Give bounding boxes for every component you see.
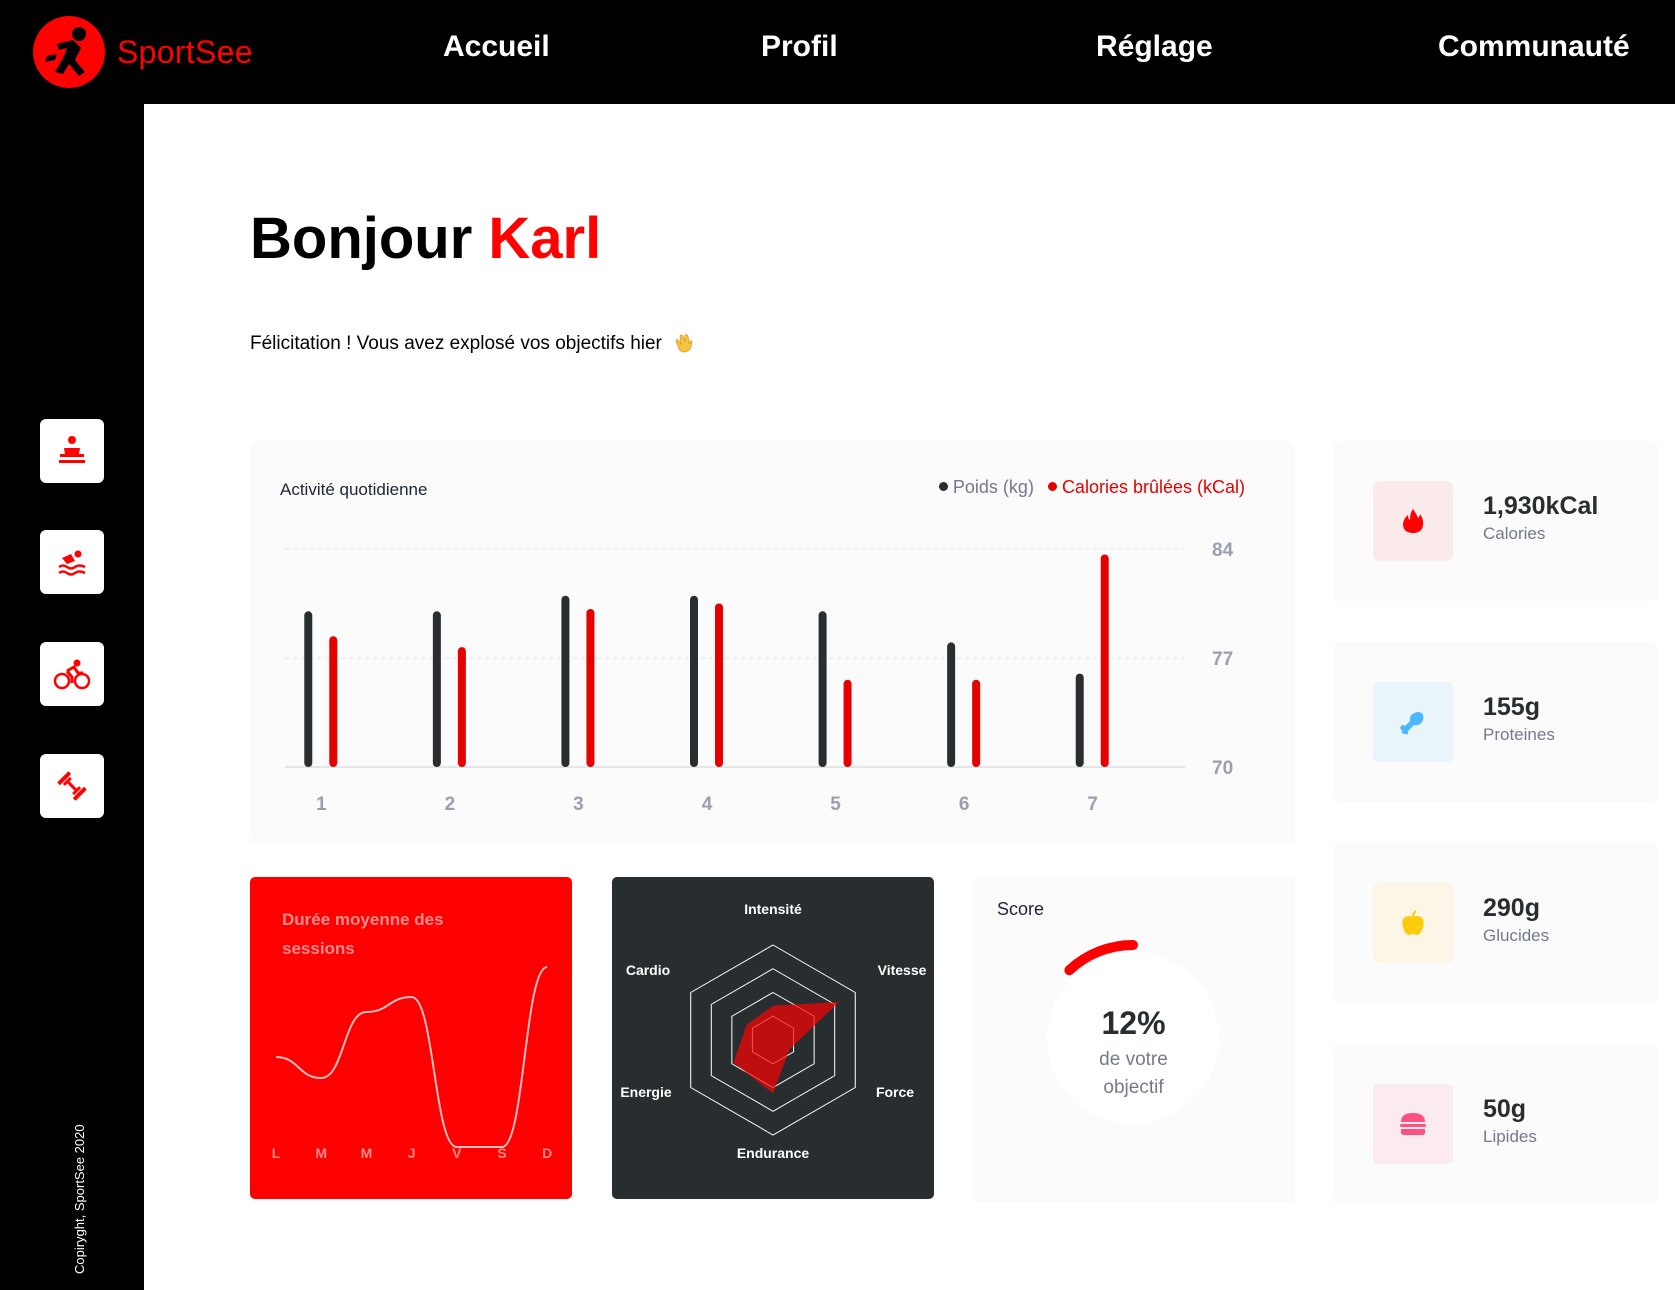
logo[interactable]: SportSee (33, 16, 253, 88)
sessions-day-label: M (315, 1145, 327, 1161)
lipides-label: Lipides (1483, 1127, 1537, 1146)
nav-communaute[interactable]: Communauté (1438, 30, 1630, 64)
activity-bar-chart: 70 77 84 1 2 3 4 5 6 7 (285, 540, 1234, 815)
sessions-chart-card: Durée moyenne des sessions LMMJVSD (250, 877, 572, 1199)
poids-bar (561, 595, 570, 767)
sidebar-item-swimming[interactable] (40, 530, 104, 594)
radar-axis-label: Endurance (737, 1145, 810, 1161)
performance-radar-chart: Intensité Vitesse Force Endurance Energie Car… (620, 901, 927, 1161)
congrats-text: Félicitation ! Vous avez explosé vos obj… (250, 333, 662, 354)
user-name: Karl (488, 206, 602, 271)
y-tick-label: 84 (1212, 540, 1234, 561)
sidebar: Copiryght, SportSee 2020 (0, 104, 144, 1290)
radar-axis-label: Force (876, 1084, 914, 1100)
score-value: 12% (1101, 1005, 1166, 1041)
calories-bar (843, 679, 852, 767)
lipides-value: 50g (1483, 1095, 1527, 1123)
score-label-line2: objectif (1103, 1077, 1164, 1098)
sessions-line-chart: LMMJVSD (272, 966, 552, 1161)
score-card: Score 12% de votre objectif (972, 877, 1295, 1202)
radar-axis-label: Cardio (626, 962, 670, 978)
top-navbar: SportSee Accueil Profil Réglage Communau… (0, 0, 1675, 104)
x-tick-label: 3 (573, 794, 584, 815)
sessions-day-label: S (497, 1145, 506, 1161)
calories-bar (972, 679, 981, 767)
sessions-day-label: J (408, 1145, 416, 1161)
nutrient-card-proteines: 155g Proteines (1333, 642, 1658, 802)
swimming-icon (58, 550, 86, 576)
y-tick-label: 70 (1212, 758, 1233, 779)
x-tick-label: 4 (702, 794, 713, 815)
x-tick-label: 6 (959, 794, 970, 815)
sidebar-item-cycling[interactable] (40, 642, 104, 706)
calories-bar (457, 647, 466, 767)
proteines-value: 155g (1483, 693, 1540, 721)
glucides-label: Glucides (1483, 926, 1550, 945)
sessions-line (275, 966, 548, 1148)
nutrient-card-glucides: 290g Glucides (1333, 843, 1658, 1003)
glucides-value: 290g (1483, 894, 1540, 922)
calories-bar (329, 636, 338, 767)
proteines-label: Proteines (1483, 725, 1555, 744)
x-tick-label: 7 (1087, 794, 1098, 815)
score-label-line1: de votre (1099, 1049, 1168, 1070)
radar-axis-label: Vitesse (878, 962, 927, 978)
performance-radar-card: Intensité Vitesse Force Endurance Energie Car… (612, 877, 934, 1199)
sessions-day-label: M (361, 1145, 373, 1161)
meditation-icon (59, 436, 85, 463)
sidebar-item-meditation[interactable] (40, 419, 104, 483)
x-tick-label: 5 (830, 794, 841, 815)
radar-axis-label: Energie (620, 1084, 672, 1100)
x-tick-label: 2 (445, 794, 456, 815)
nav-profil[interactable]: Profil (761, 30, 838, 64)
nutrient-card-lipides: 50g Lipides (1333, 1044, 1658, 1204)
page-title: Bonjour Karl (250, 205, 601, 272)
sessions-day-label: L (272, 1145, 281, 1161)
radar-axis-label: Intensité (744, 901, 802, 917)
greeting-hello: Bonjour (250, 206, 489, 271)
calories-value: 1,930kCal (1483, 492, 1599, 520)
nav-reglage[interactable]: Réglage (1096, 30, 1213, 64)
x-tick-label: 1 (316, 794, 327, 815)
poids-bar (690, 595, 698, 767)
poids-bar (818, 611, 827, 767)
chicken-icon (1373, 682, 1453, 762)
poids-bar (947, 642, 956, 767)
nav-accueil[interactable]: Accueil (443, 30, 550, 64)
congrats-message: Félicitation ! Vous avez explosé vos obj… (250, 331, 695, 355)
calories-bar (715, 603, 723, 767)
runner-logo-icon (33, 16, 105, 88)
flame-icon (1373, 481, 1453, 561)
cycling-icon (53, 659, 91, 690)
calories-label: Calories (1483, 524, 1546, 543)
poids-bar (1075, 673, 1084, 767)
apple-icon (1373, 883, 1453, 963)
sessions-day-label: V (452, 1145, 462, 1161)
calories-bar (1100, 554, 1109, 767)
sessions-day-label: D (542, 1145, 552, 1161)
poids-bar (432, 611, 441, 767)
nutrient-card-calories: 1,930kCal Calories (1333, 441, 1658, 601)
burger-icon (1373, 1084, 1453, 1164)
calories-bar (586, 608, 595, 767)
poids-bar (304, 611, 313, 767)
activity-chart-card: Activité quotidienne Poids (kg) Calories… (250, 441, 1295, 844)
dumbbell-icon (57, 771, 87, 801)
y-tick-label: 77 (1212, 649, 1233, 670)
copyright: Copiryght, SportSee 2020 (72, 1124, 87, 1274)
brand-name: SportSee (117, 33, 253, 70)
sidebar-item-weights[interactable] (40, 754, 104, 818)
clapping-hands-icon (675, 334, 693, 353)
